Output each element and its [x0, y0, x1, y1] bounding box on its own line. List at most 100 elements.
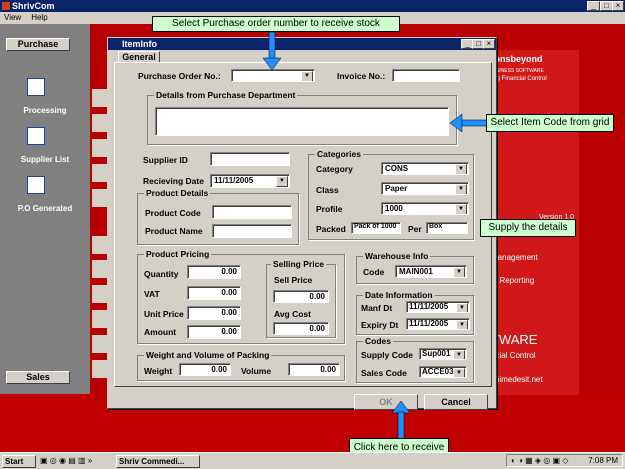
- chevron-down-icon[interactable]: ▼: [455, 184, 467, 194]
- amount-label: Amount: [144, 327, 177, 337]
- receiving-date-label: Recieving Date: [143, 176, 204, 186]
- supply-code-label: Supply Code: [361, 350, 413, 360]
- logo-feature: Management: [491, 253, 538, 262]
- purchase-button[interactable]: Purchase: [6, 38, 70, 51]
- supplier-id-input[interactable]: [210, 152, 290, 166]
- profile-dropdown[interactable]: 1000 ▼: [381, 202, 469, 215]
- profile-label: Profile: [316, 204, 343, 214]
- group-title: Product Pricing: [144, 249, 212, 259]
- sales-code-dropdown[interactable]: ACCE03 ▼: [419, 366, 467, 378]
- callout-select-po: Select Purchase order number to receive …: [152, 16, 400, 32]
- expiry-date-label: Expiry Dt: [361, 320, 399, 330]
- sales-code-label: Sales Code: [361, 368, 407, 378]
- chevron-down-icon[interactable]: ▼: [453, 350, 465, 359]
- chevron-down-icon[interactable]: ▼: [301, 71, 313, 81]
- quantity-input[interactable]: 0.00: [187, 265, 241, 279]
- taskbar-task-shriv[interactable]: Shriv Commedi...: [116, 455, 200, 468]
- volume-input[interactable]: 0.00: [288, 363, 340, 376]
- callout-supply-details: Supply the details: [480, 219, 576, 237]
- weight-label: Weight: [144, 366, 173, 376]
- start-button[interactable]: Start: [2, 455, 36, 468]
- purchase-order-label: Purchase Order No.:: [138, 71, 221, 81]
- callout-select-item-code: Select Item Code from grid: [486, 114, 614, 132]
- warehouse-code-dropdown[interactable]: MAIN001 ▼: [395, 265, 467, 278]
- invoice-label: Invoice No.:: [337, 71, 386, 81]
- chevron-down-icon[interactable]: ▼: [455, 204, 467, 214]
- group-title: Warehouse Info: [363, 251, 431, 261]
- chevron-down-icon[interactable]: ▼: [453, 267, 465, 277]
- product-code-label: Product Code: [145, 208, 201, 218]
- sales-button[interactable]: Sales: [6, 371, 70, 384]
- chevron-down-icon[interactable]: ▼: [455, 164, 467, 174]
- item-info-dialog: ItemInfo _ □ × General Purchase Order No…: [107, 37, 497, 410]
- packed-value[interactable]: Pack of 1000: [351, 222, 401, 234]
- codes-group: Codes Supply Code Sup001 ▼ Sales Code ACC…: [356, 336, 474, 383]
- group-title: Details from Purchase Department: [154, 90, 298, 100]
- group-title: Weight and Volume of Packing: [144, 350, 272, 360]
- logo-url: chimedesit.net: [491, 375, 543, 384]
- sidebar-item-supplier-list[interactable]: Supplier List: [0, 155, 90, 164]
- product-code-input[interactable]: [212, 205, 292, 219]
- chevron-down-icon[interactable]: ▼: [453, 368, 465, 377]
- menu-help[interactable]: Help: [31, 13, 47, 22]
- avg-cost-input[interactable]: 0.00: [273, 322, 329, 335]
- system-tray: ◐ ◑ ▦ ◈ ◎ ▣ ◇ 7:08 PM: [506, 454, 623, 467]
- chevron-down-icon[interactable]: ▼: [456, 303, 468, 312]
- weight-input[interactable]: 0.00: [179, 363, 231, 376]
- product-name-label: Product Name: [145, 226, 203, 236]
- logo-feature: le Reporting: [491, 276, 535, 285]
- purchase-details-grid[interactable]: [155, 107, 449, 136]
- avg-cost-label: Avg Cost: [274, 309, 311, 319]
- manf-date-picker[interactable]: 11/11/2005 ▼: [406, 301, 470, 313]
- po-generated-icon[interactable]: [27, 176, 45, 194]
- supplier-list-icon[interactable]: [27, 127, 45, 145]
- sell-price-label: Sell Price: [274, 275, 313, 285]
- tray-icons[interactable]: ◐ ◑ ▦ ◈ ◎ ▣ ◇: [511, 456, 568, 465]
- product-name-input[interactable]: [212, 224, 292, 238]
- arrow-up-icon: [391, 401, 411, 439]
- categories-group: Categories Category CONS ▼ Class Paper ▼ P…: [308, 149, 474, 240]
- chevron-down-icon[interactable]: ▼: [276, 176, 288, 187]
- warehouse-info-group: Warehouse Info Code MAIN001 ▼: [356, 251, 474, 284]
- invoice-input[interactable]: [392, 69, 460, 82]
- warehouse-code-label: Code: [363, 267, 385, 277]
- unit-price-input[interactable]: 0.00: [187, 306, 241, 320]
- category-dropdown[interactable]: CONS ▼: [381, 162, 469, 175]
- clock: 7:08 PM: [588, 456, 618, 465]
- supply-code-dropdown[interactable]: Sup001 ▼: [419, 348, 467, 360]
- group-title: Selling Price: [271, 259, 327, 269]
- amount-input[interactable]: 0.00: [187, 325, 241, 339]
- group-title: Codes: [363, 336, 393, 346]
- unit-price-label: Unit Price: [144, 309, 184, 319]
- supplier-id-label: Supplier ID: [143, 155, 188, 165]
- receiving-date-picker[interactable]: 11/11/2005 ▼: [210, 174, 290, 188]
- sell-price-input[interactable]: 0.00: [273, 290, 329, 303]
- manf-date-label: Manf Dt: [361, 303, 393, 313]
- chevron-down-icon[interactable]: ▼: [456, 320, 468, 329]
- dialog-close-button[interactable]: ×: [483, 39, 495, 49]
- quick-launch-icons[interactable]: ▣ ◎ ◉ ▤ ▥ »: [40, 456, 110, 467]
- vat-input[interactable]: 0.00: [187, 286, 241, 300]
- dialog-title: ItemInfo: [108, 38, 496, 50]
- close-button[interactable]: ×: [612, 1, 624, 11]
- minimize-button[interactable]: _: [587, 1, 600, 11]
- processing-icon[interactable]: [27, 78, 45, 96]
- menu-view[interactable]: View: [4, 13, 21, 22]
- volume-label: Volume: [241, 366, 272, 376]
- arrow-left-icon: [449, 113, 488, 133]
- per-value[interactable]: Box: [426, 222, 468, 234]
- sidebar-item-processing[interactable]: Processing: [0, 106, 90, 115]
- logo-software: TWARE: [491, 332, 538, 347]
- class-dropdown[interactable]: Paper ▼: [381, 182, 469, 195]
- app-icon: [2, 2, 10, 10]
- packed-label: Packed: [316, 224, 346, 234]
- expiry-date-picker[interactable]: 11/11/2005 ▼: [406, 318, 470, 330]
- cancel-button[interactable]: Cancel: [424, 394, 488, 410]
- app-title: ShrivCom: [12, 1, 55, 11]
- group-title: Categories: [315, 149, 363, 159]
- app-title-bar: ShrivCom: [0, 0, 625, 12]
- product-pricing-group: Product Pricing Quantity 0.00 VAT 0.00 U…: [137, 249, 345, 344]
- sidebar-item-po-generated[interactable]: P.O Generated: [0, 204, 90, 213]
- date-information-group: Date Information Manf Dt 11/11/2005 ▼ Exp…: [356, 290, 474, 335]
- group-title: Product Details: [144, 188, 211, 198]
